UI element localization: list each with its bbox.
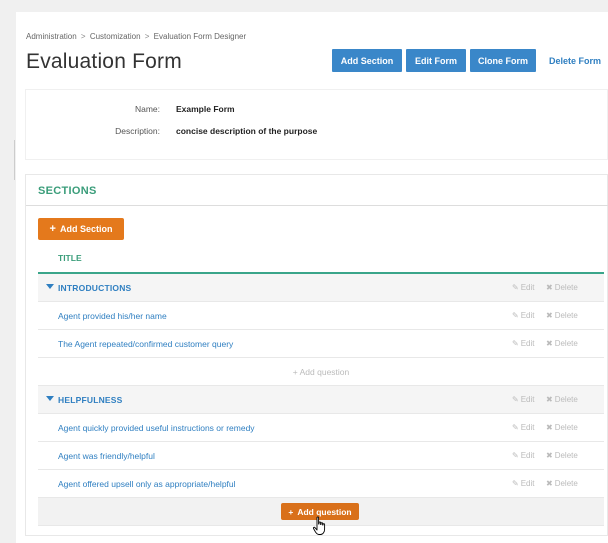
- breadcrumb-evaluation-form-designer: Evaluation Form Designer: [153, 32, 247, 41]
- plus-icon: +: [49, 223, 56, 235]
- left-divider: [14, 140, 15, 180]
- add-section-header-button[interactable]: Add Section: [332, 49, 402, 72]
- edit-icon: ✎: [512, 283, 519, 292]
- question-row[interactable]: Agent quickly provided useful instructio…: [38, 414, 604, 442]
- delete-question-action[interactable]: ✖ Delete: [546, 339, 578, 348]
- hand-pointer-icon: [312, 516, 326, 535]
- delete-section-action[interactable]: ✖ Delete: [546, 283, 578, 292]
- description-label: Description:: [115, 126, 160, 136]
- page-title: Evaluation Form: [26, 50, 182, 73]
- question-row[interactable]: Agent offered upsell only as appropriate…: [38, 470, 604, 498]
- add-section-button[interactable]: + Add Section: [38, 218, 124, 240]
- plus-icon: +: [292, 367, 298, 377]
- section-row-introductions[interactable]: INTRODUCTIONS ✎ Edit ✖ Delete: [38, 274, 604, 302]
- close-icon: ✖: [546, 395, 553, 404]
- section-name[interactable]: HELPFULNESS: [58, 395, 123, 405]
- edit-icon: ✎: [512, 339, 519, 348]
- sections-heading: SECTIONS: [38, 185, 97, 197]
- breadcrumb-separator: >: [80, 32, 86, 41]
- breadcrumb: Administration > Customization > Evaluat…: [26, 32, 246, 41]
- question-row[interactable]: Agent was friendly/helpful ✎ Edit ✖ Delete: [38, 442, 604, 470]
- edit-icon: ✎: [512, 423, 519, 432]
- plus-icon: +: [288, 506, 294, 517]
- edit-form-button[interactable]: Edit Form: [406, 49, 466, 72]
- question-text[interactable]: Agent was friendly/helpful: [58, 451, 155, 461]
- close-icon: ✖: [546, 451, 553, 460]
- name-value: Example Form: [176, 104, 235, 114]
- edit-question-action[interactable]: ✎ Edit: [512, 339, 535, 348]
- column-header-title: TITLE: [58, 253, 82, 263]
- question-row[interactable]: The Agent repeated/confirmed customer qu…: [38, 330, 604, 358]
- edit-question-action[interactable]: ✎ Edit: [512, 451, 535, 460]
- section-row-helpfulness[interactable]: HELPFULNESS ✎ Edit ✖ Delete: [38, 386, 604, 414]
- breadcrumb-separator: >: [144, 32, 150, 41]
- delete-question-action[interactable]: ✖ Delete: [546, 423, 578, 432]
- clone-form-button[interactable]: Clone Form: [470, 49, 536, 72]
- left-gutter: [0, 12, 16, 543]
- question-text[interactable]: The Agent repeated/confirmed customer qu…: [58, 339, 233, 349]
- edit-icon: ✎: [512, 395, 519, 404]
- caret-down-icon[interactable]: [46, 284, 54, 289]
- edit-section-action[interactable]: ✎ Edit: [512, 283, 535, 292]
- edit-question-action[interactable]: ✎ Edit: [512, 423, 535, 432]
- close-icon: ✖: [546, 479, 553, 488]
- edit-icon: ✎: [512, 479, 519, 488]
- description-value: concise description of the purpose: [176, 126, 318, 136]
- delete-form-link[interactable]: Delete Form: [549, 49, 601, 72]
- sections-divider: [26, 205, 608, 206]
- close-icon: ✖: [546, 283, 553, 292]
- edit-question-action[interactable]: ✎ Edit: [512, 479, 535, 488]
- close-icon: ✖: [546, 311, 553, 320]
- sections-panel: SECTIONS + Add Section TITLE INTRODUCTIO…: [25, 174, 608, 536]
- delete-section-action[interactable]: ✖ Delete: [546, 395, 578, 404]
- question-text[interactable]: Agent quickly provided useful instructio…: [58, 423, 255, 433]
- close-icon: ✖: [546, 339, 553, 348]
- breadcrumb-customization[interactable]: Customization: [90, 32, 141, 41]
- edit-icon: ✎: [512, 311, 519, 320]
- edit-icon: ✎: [512, 451, 519, 460]
- form-info-panel: Name: Example Form Description: concise …: [25, 89, 608, 160]
- name-label: Name:: [134, 104, 160, 114]
- question-text[interactable]: Agent provided his/her name: [58, 311, 167, 321]
- add-question-row: + Add question: [38, 358, 604, 386]
- edit-section-action[interactable]: ✎ Edit: [512, 395, 535, 404]
- add-section-label: Add Section: [59, 224, 113, 234]
- breadcrumb-administration[interactable]: Administration: [26, 32, 77, 41]
- question-row[interactable]: Agent provided his/her name ✎ Edit ✖ Delet…: [38, 302, 604, 330]
- caret-down-icon[interactable]: [46, 396, 54, 401]
- add-question-label: Add question: [297, 506, 352, 517]
- add-question-link[interactable]: + Add question: [38, 367, 604, 377]
- close-icon: ✖: [546, 423, 553, 432]
- question-text[interactable]: Agent offered upsell only as appropriate…: [58, 479, 236, 489]
- delete-question-action[interactable]: ✖ Delete: [546, 451, 578, 460]
- section-name[interactable]: INTRODUCTIONS: [58, 283, 131, 293]
- top-strip: [0, 0, 608, 12]
- delete-question-action[interactable]: ✖ Delete: [546, 311, 578, 320]
- edit-question-action[interactable]: ✎ Edit: [512, 311, 535, 320]
- delete-question-action[interactable]: ✖ Delete: [546, 479, 578, 488]
- main-content: Administration > Customization > Evaluat…: [16, 12, 608, 543]
